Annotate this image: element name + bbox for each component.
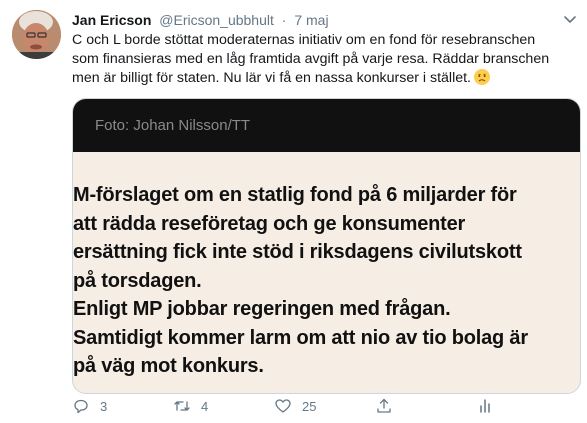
media-header-bar: Foto: Johan Nilsson/TT [73,99,580,152]
author-handle[interactable]: @Ericson_ubbhult [159,12,274,28]
tweet-actions: 3 4 25 [72,397,572,419]
like-count: 25 [302,398,317,414]
analytics-icon [480,399,490,413]
retweet-count: 4 [201,398,209,414]
tweet[interactable]: Jan Ericson @Ericson_ubbhult · 7 maj C o… [0,0,587,423]
share-button[interactable] [375,397,393,415]
headline-line: på torsdagen. [73,269,202,292]
retweet-icon [174,401,190,411]
reply-button[interactable]: 3 [72,397,107,415]
headline-line: ersättning fick inte stöd i riksdagens c… [73,241,522,263]
separator: · [281,12,287,28]
tweet-text-line: C och L borde stöttat moderaternas initi… [72,32,536,48]
headline-line: på väg mot konkurs. [73,355,264,377]
tweet-text-line: som finansieras med en låg framtida avgi… [72,50,550,67]
reply-count: 3 [100,398,108,414]
headline-line: Samtidigt kommer larm om att nio av tio … [73,326,528,349]
headline-line: att rädda reseföretag och ge konsumenter [73,212,466,235]
headline-line: M-förslaget om en statlig fond på 6 milj… [73,184,517,206]
share-icon [377,398,391,413]
disappointed-face-icon [474,68,491,85]
retweet-button[interactable]: 4 [173,397,208,415]
tweet-text-line: men är billigt för staten. Nu lär vi få … [72,68,572,88]
like-button[interactable]: 25 [274,397,316,415]
tweet-text: C och L borde stöttat moderaternas initi… [72,31,572,87]
media-headline: M-förslaget om en statlig fond på 6 milj… [73,181,578,381]
avatar[interactable] [12,10,61,59]
analytics-button[interactable] [476,397,494,415]
tweet-header: Jan Ericson @Ericson_ubbhult · 7 maj [72,11,329,29]
tweet-media-image[interactable]: Foto: Johan Nilsson/TT M-förslaget om en… [72,98,581,394]
author-name[interactable]: Jan Ericson [72,12,151,28]
tweet-text-line-content: men är billigt för staten. Nu lär vi få … [72,69,472,86]
reply-icon [74,399,88,414]
photo-credit: Foto: Johan Nilsson/TT [95,117,251,134]
chevron-down-icon[interactable] [561,10,579,28]
headline-line: Enligt MP jobbar regeringen med frågan. [73,298,451,320]
like-icon [275,399,291,413]
tweet-date[interactable]: 7 maj [294,12,328,28]
